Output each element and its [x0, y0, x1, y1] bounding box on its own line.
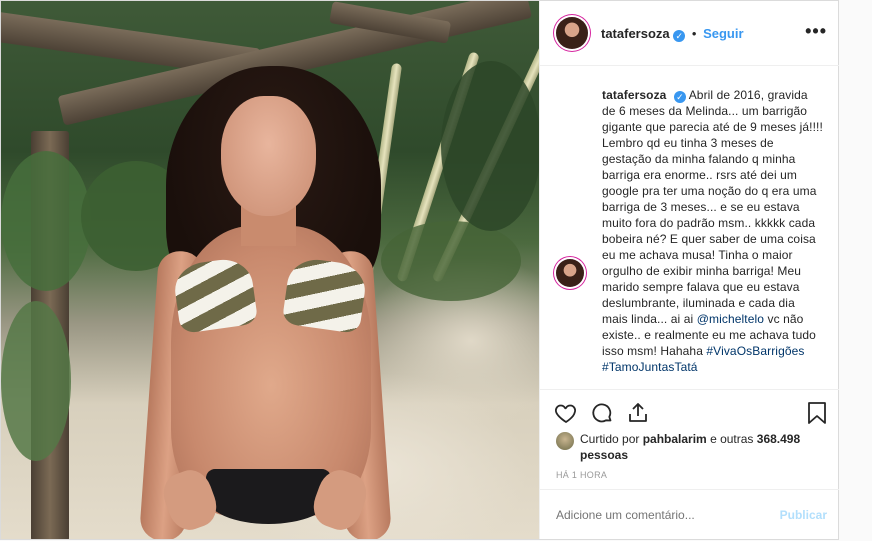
publish-button[interactable]: Publicar: [780, 508, 827, 522]
add-comment-bar: Publicar: [540, 489, 839, 540]
caption: tatafersoza ✓ Abril de 2016, gravida de …: [602, 87, 824, 375]
instagram-post: tatafersoza ✓ • Seguir ••• tatafersoza ✓…: [0, 0, 839, 540]
caption-avatar[interactable]: [556, 259, 584, 287]
follow-button[interactable]: Seguir: [703, 26, 743, 41]
bikini-bottom: [206, 469, 331, 524]
heart-icon[interactable]: [554, 401, 578, 430]
mention-link[interactable]: @micheltelo: [697, 312, 764, 326]
comments-area[interactable]: tatafersoza ✓ Abril de 2016, gravida de …: [540, 66, 839, 388]
verified-badge-icon: ✓: [673, 30, 686, 42]
header-user-line: tatafersoza ✓ • Seguir: [601, 26, 744, 42]
author-username[interactable]: tatafersoza: [601, 26, 670, 41]
action-bar: Curtido por pahbalarim e outras 368.498 …: [540, 389, 839, 490]
separator-dot: •: [691, 26, 697, 41]
share-icon[interactable]: [626, 401, 650, 430]
foliage: [381, 221, 521, 301]
author-avatar[interactable]: [556, 17, 588, 49]
post-timestamp[interactable]: HÁ 1 HORA: [556, 470, 607, 480]
liker-avatar[interactable]: [556, 432, 574, 450]
foliage: [1, 301, 71, 461]
face: [221, 96, 316, 216]
foliage: [1, 151, 91, 291]
more-icon[interactable]: •••: [805, 21, 827, 42]
likes-prefix: Curtido por: [580, 432, 643, 446]
post-sidebar: tatafersoza ✓ • Seguir ••• tatafersoza ✓…: [539, 1, 839, 539]
post-header: tatafersoza ✓ • Seguir •••: [540, 1, 839, 66]
hashtag-link[interactable]: #TamoJuntasTatá: [602, 360, 698, 374]
likes-suffix: pessoas: [580, 448, 629, 462]
foliage: [441, 61, 539, 231]
caption-text: Abril de 2016, gravida de 6 meses da Mel…: [602, 88, 823, 326]
verified-badge-icon: ✓: [673, 91, 686, 103]
hashtag-link[interactable]: #VivaOsBarrigões: [706, 344, 804, 358]
comment-input[interactable]: [556, 508, 756, 522]
likes-middle: e outras: [706, 432, 757, 446]
likes-summary[interactable]: Curtido por pahbalarim e outras 368.498 …: [580, 431, 839, 463]
liker-username[interactable]: pahbalarim: [643, 432, 707, 446]
caption-username[interactable]: tatafersoza: [602, 88, 666, 102]
post-photo[interactable]: [1, 1, 539, 539]
likes-count: 368.498: [756, 432, 801, 446]
comment-icon[interactable]: [590, 401, 614, 430]
bookmark-icon[interactable]: [806, 401, 828, 430]
